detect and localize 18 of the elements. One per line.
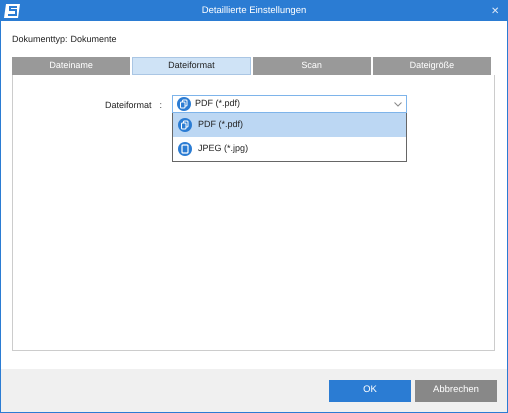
dropdown-option[interactable]: PDF (*.pdf) (173, 113, 406, 137)
document-type-label: Dokumenttyp: (12, 32, 68, 46)
document-icon (178, 118, 192, 132)
document-icon (178, 142, 192, 156)
label-separator: : (160, 99, 162, 112)
tab[interactable]: Dateiformat (132, 57, 250, 75)
window-title: Detaillierte Einstellungen (200, 4, 308, 18)
tab[interactable]: Scan (252, 57, 371, 75)
close-button[interactable]: ✕ (483, 4, 507, 18)
document-icon (177, 97, 192, 111)
tab[interactable]: Dateigröße (372, 57, 491, 75)
ok-button[interactable]: OK (329, 380, 411, 402)
tab[interactable]: Dateiname (12, 57, 130, 75)
cancel-button[interactable]: Abbrechen (415, 380, 497, 402)
chevron-down-icon (394, 102, 402, 106)
document-type-value: Dokumente (70, 32, 117, 46)
file-format-dropdown[interactable]: PDF (*.pdf) (172, 95, 408, 113)
file-format-label: Dateiformat (105, 99, 152, 112)
